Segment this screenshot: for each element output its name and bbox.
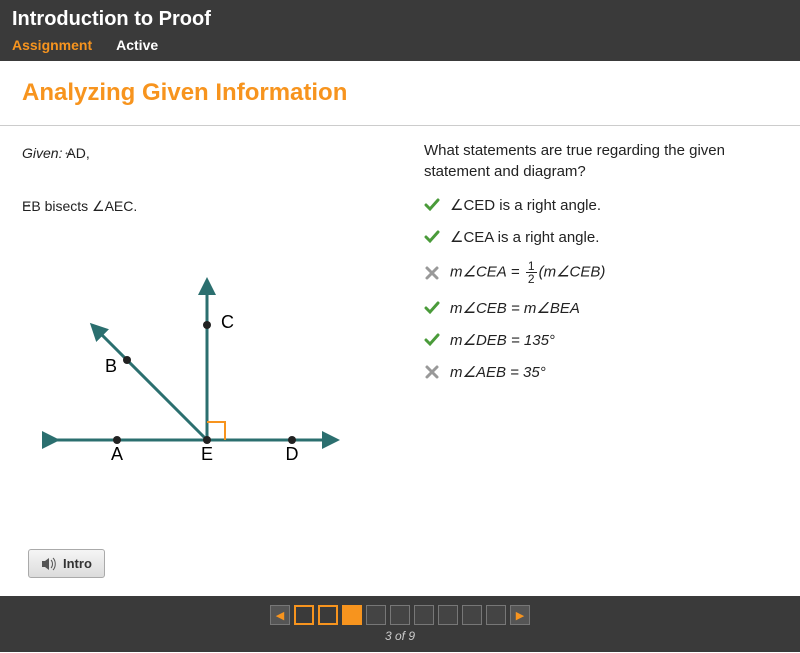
label-D: D bbox=[286, 444, 299, 464]
page-box-4[interactable] bbox=[366, 605, 386, 625]
answer-text: ∠CED is a right angle. bbox=[450, 196, 601, 214]
page-box-9[interactable] bbox=[486, 605, 506, 625]
answer-option[interactable]: m∠CEA = 12(m∠CEB) bbox=[424, 260, 778, 285]
check-icon bbox=[424, 197, 440, 213]
given-label: Given: bbox=[22, 145, 62, 161]
answer-option[interactable]: ∠CED is a right angle. bbox=[424, 196, 778, 214]
question-text: What statements are true regarding the g… bbox=[424, 140, 778, 182]
diagram: A E D C B bbox=[37, 260, 412, 505]
speaker-icon bbox=[41, 557, 57, 571]
geometry-diagram: A E D C B bbox=[37, 260, 357, 500]
pager-text: 3 of 9 bbox=[385, 629, 415, 643]
check-icon bbox=[424, 332, 440, 348]
page-box-6[interactable] bbox=[414, 605, 434, 625]
header: Introduction to Proof Assignment Active bbox=[0, 0, 800, 61]
course-title: Introduction to Proof bbox=[12, 8, 788, 31]
header-tabs: Assignment Active bbox=[12, 37, 788, 53]
answer-text: m∠AEB = 35° bbox=[450, 363, 546, 381]
footer: ◀ ▶ 3 of 9 bbox=[0, 596, 800, 652]
tab-assignment[interactable]: Assignment bbox=[12, 37, 92, 53]
content-area: Analyzing Given Information Given: ↔ AD,… bbox=[0, 61, 800, 596]
answer-text: ∠CEA is a right angle. bbox=[450, 228, 599, 246]
label-C: C bbox=[221, 312, 234, 332]
cross-icon bbox=[424, 265, 440, 281]
page-box-7[interactable] bbox=[438, 605, 458, 625]
page-box-8[interactable] bbox=[462, 605, 482, 625]
next-button[interactable]: ▶ bbox=[510, 605, 530, 625]
label-E: E bbox=[201, 444, 213, 464]
intro-button-label: Intro bbox=[63, 556, 92, 571]
answer-option[interactable]: m∠CEB = m∠BEA bbox=[424, 299, 778, 317]
pager: ◀ ▶ bbox=[270, 605, 530, 625]
answer-option[interactable]: m∠AEB = 35° bbox=[424, 363, 778, 381]
given-text: Given: ↔ AD, → EB bisects ∠AEC. bbox=[22, 140, 412, 220]
label-B: B bbox=[105, 356, 117, 376]
answer-list: ∠CED is a right angle. ∠CEA is a right a… bbox=[424, 196, 778, 381]
answer-text: m∠DEB = 135° bbox=[450, 331, 555, 349]
intro-button[interactable]: Intro bbox=[28, 549, 105, 578]
label-A: A bbox=[111, 444, 123, 464]
answer-option[interactable]: ∠CEA is a right angle. bbox=[424, 228, 778, 246]
answer-option[interactable]: m∠DEB = 135° bbox=[424, 331, 778, 349]
check-icon bbox=[424, 300, 440, 316]
right-column: What statements are true regarding the g… bbox=[412, 140, 778, 505]
prev-button[interactable]: ◀ bbox=[270, 605, 290, 625]
left-column: Given: ↔ AD, → EB bisects ∠AEC. bbox=[22, 140, 412, 505]
cross-icon bbox=[424, 364, 440, 380]
body-grid: Given: ↔ AD, → EB bisects ∠AEC. bbox=[0, 126, 800, 505]
page-box-3-current[interactable] bbox=[342, 605, 362, 625]
tab-active[interactable]: Active bbox=[116, 37, 158, 53]
given-rest: bisects ∠AEC. bbox=[41, 198, 138, 214]
section-title: Analyzing Given Information bbox=[0, 61, 800, 126]
page-box-5[interactable] bbox=[390, 605, 410, 625]
check-icon bbox=[424, 229, 440, 245]
page-box-1[interactable] bbox=[294, 605, 314, 625]
answer-text: m∠CEB = m∠BEA bbox=[450, 299, 580, 317]
page-box-2[interactable] bbox=[318, 605, 338, 625]
answer-text: m∠CEA = 12(m∠CEB) bbox=[450, 260, 605, 285]
